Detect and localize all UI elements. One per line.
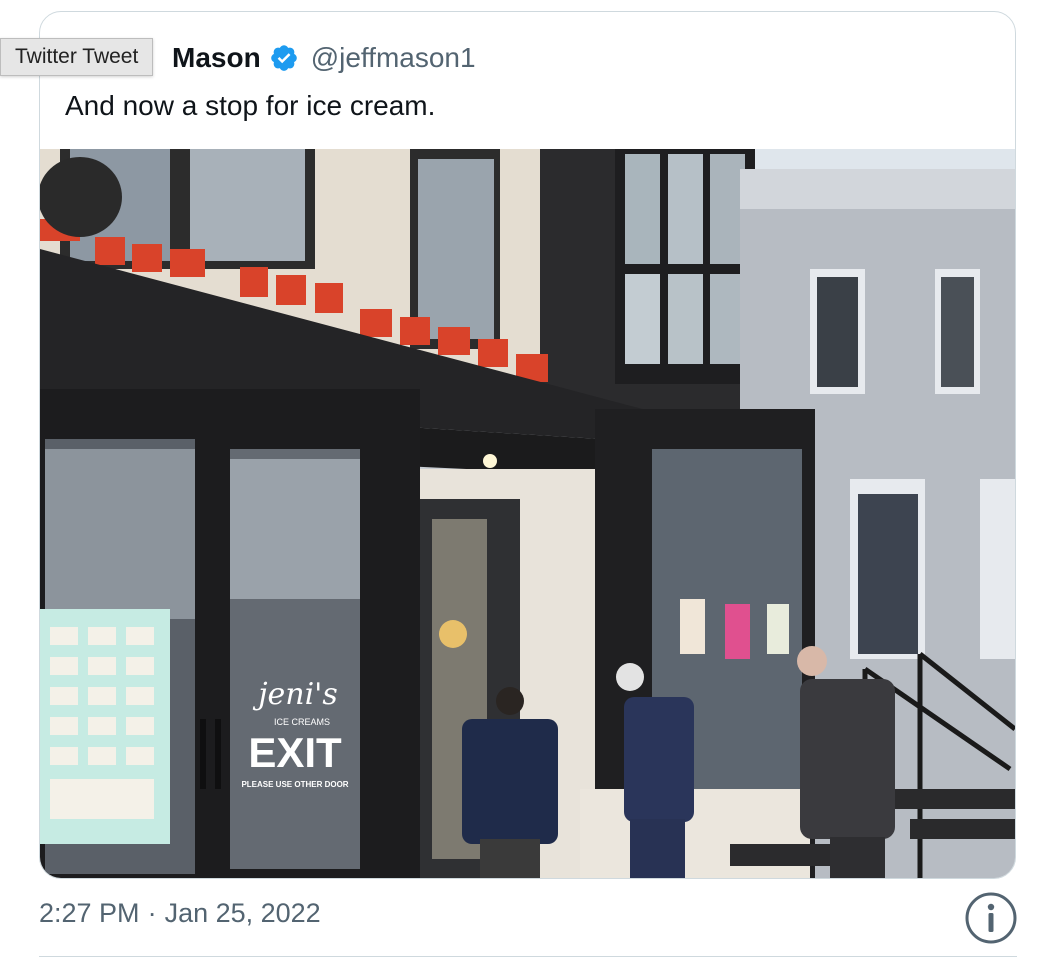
author-name[interactable]: Mason [172, 42, 261, 74]
door-exit-subtext: PLEASE USE OTHER DOOR [241, 780, 348, 789]
door-logo-sub: ICE CREAMS [274, 717, 330, 727]
tweet-photo[interactable]: jeni's ICE CREAMS EXIT PLEASE USE OTHER … [40, 149, 1015, 878]
tweet-timestamp[interactable]: 2:27 PM · Jan 25, 2022 [39, 898, 321, 929]
bottom-divider [39, 956, 1017, 957]
tooltip-text: Twitter Tweet [15, 45, 139, 68]
tweet-author[interactable]: Mason @jeffmason1 [172, 40, 476, 76]
author-handle[interactable]: @jeffmason1 [311, 42, 476, 74]
page: Mason @jeffmason1 And now a stop for ice… [0, 0, 1058, 970]
tweet-text: And now a stop for ice cream. [65, 90, 436, 121]
tweet-date[interactable]: Jan 25, 2022 [165, 898, 321, 929]
door-exit-text: EXIT [248, 729, 342, 776]
tweet-time[interactable]: 2:27 PM [39, 898, 140, 929]
door-logo: jeni's [252, 677, 338, 712]
timestamp-separator: · [147, 898, 157, 928]
hover-tooltip: Twitter Tweet [0, 38, 154, 76]
tweet-card[interactable]: Mason @jeffmason1 And now a stop for ice… [39, 11, 1016, 879]
storefront-photo: jeni's ICE CREAMS EXIT PLEASE USE OTHER … [40, 149, 1015, 878]
info-icon[interactable] [963, 890, 1019, 946]
verified-badge-icon [269, 43, 299, 73]
